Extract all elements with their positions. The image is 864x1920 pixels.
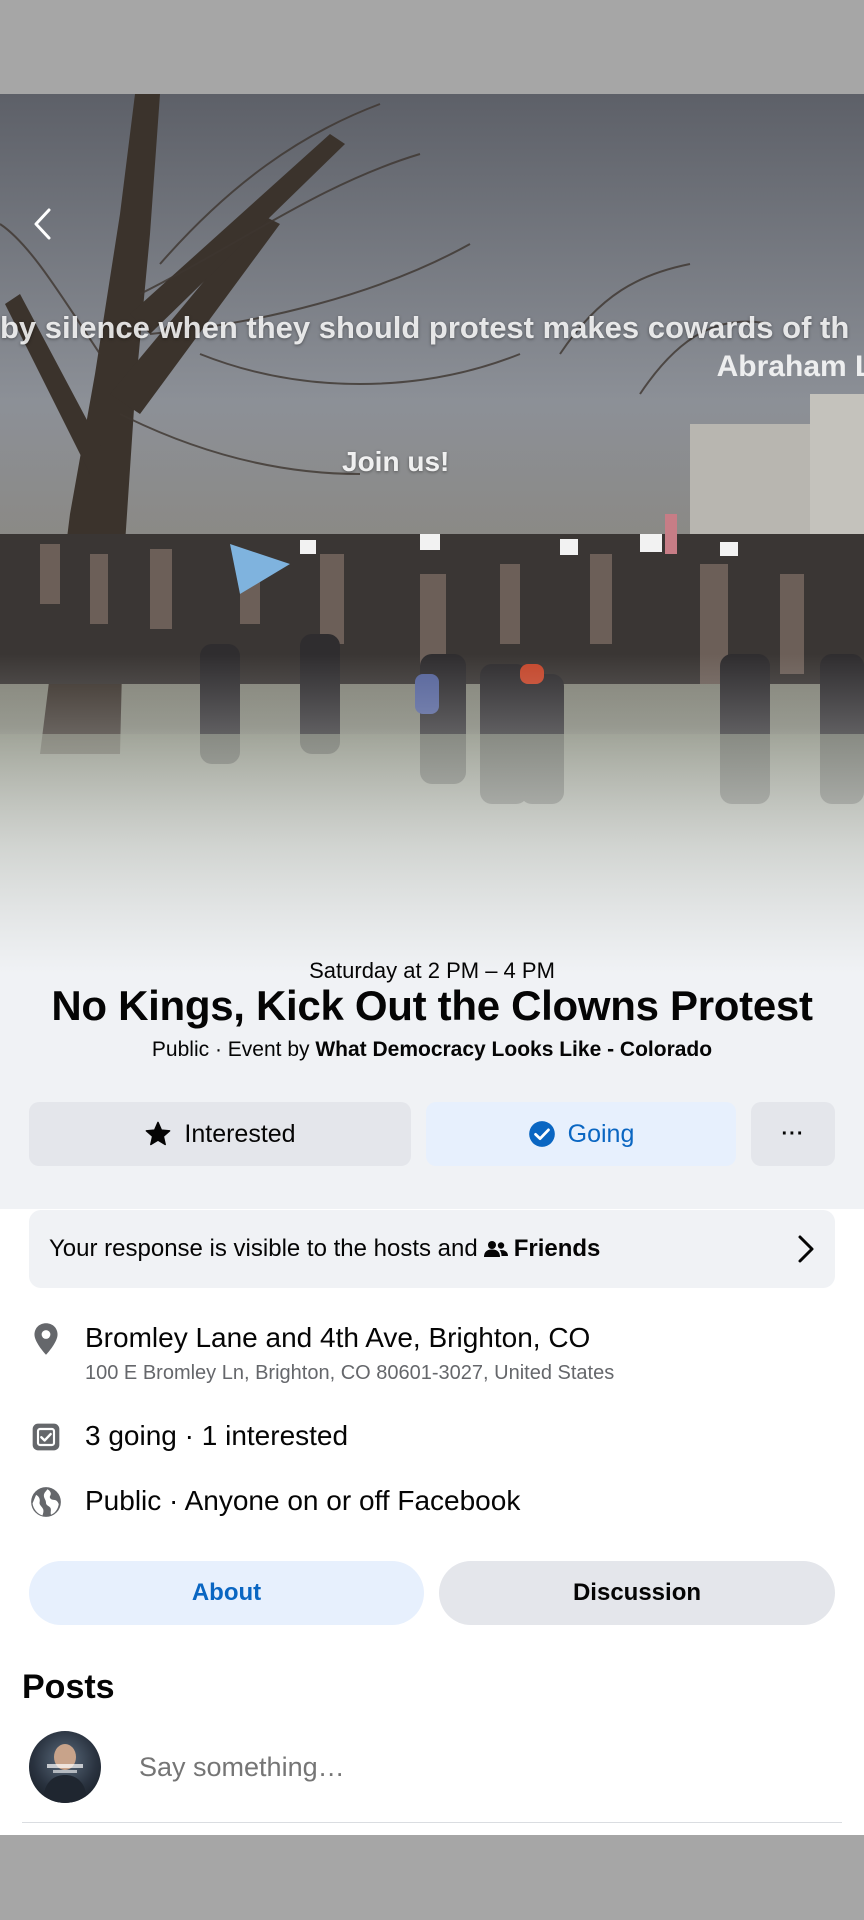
post-composer[interactable] xyxy=(29,1729,835,1805)
posts-section-title: Posts xyxy=(22,1668,115,1706)
response-visibility-message: Your response is visible to the hosts an… xyxy=(49,1235,478,1262)
event-meta: Public · Event by What Democracy Looks L… xyxy=(0,1038,864,1062)
location-address: 100 E Bromley Ln, Brighton, CO 80601-302… xyxy=(85,1362,615,1384)
event-title: No Kings, Kick Out the Clowns Protest xyxy=(51,982,813,1029)
event-host-link[interactable]: What Democracy Looks Like - Colorado xyxy=(315,1038,712,1061)
location-name: Bromley Lane and 4th Ave, Brighton, CO xyxy=(85,1322,591,1353)
cover-quote-author: Abraham Lin xyxy=(716,350,864,383)
globe-icon xyxy=(29,1485,63,1519)
location-row[interactable]: Bromley Lane and 4th Ave, Brighton, CO 1… xyxy=(29,1322,614,1385)
event-header: by silence when they should protest make… xyxy=(0,94,864,1209)
attendance-row[interactable]: 3 going · 1 interested xyxy=(29,1420,348,1454)
tab-discussion[interactable]: Discussion xyxy=(439,1561,835,1625)
calendar-check-icon xyxy=(29,1420,63,1454)
post-composer-input[interactable] xyxy=(137,1750,641,1784)
privacy-row: Public · Anyone on or off Facebook xyxy=(29,1485,520,1519)
event-page: by silence when they should protest make… xyxy=(0,94,864,1835)
navigation-bar-area xyxy=(0,1835,864,1920)
event-date-time: Saturday at 2 PM – 4 PM xyxy=(309,958,555,983)
more-options-icon: ··· xyxy=(781,1122,805,1145)
screen: by silence when they should protest make… xyxy=(0,0,864,1920)
going-label: Going xyxy=(567,1119,635,1148)
back-button[interactable] xyxy=(22,204,62,244)
cover-photo xyxy=(0,94,864,974)
location-pin-icon xyxy=(29,1322,63,1356)
cover-join-text: Join us! xyxy=(342,446,450,477)
going-button[interactable]: Going xyxy=(426,1102,736,1166)
interested-button[interactable]: Interested xyxy=(29,1102,411,1166)
more-options-button[interactable]: ··· xyxy=(751,1102,835,1166)
friends-icon xyxy=(483,1241,508,1257)
interested-label: Interested xyxy=(184,1119,296,1148)
chevron-left-icon xyxy=(34,208,51,240)
attendance-count: 3 going · 1 interested xyxy=(85,1420,349,1451)
privacy-text: Public · Anyone on or off Facebook xyxy=(85,1485,521,1516)
avatar xyxy=(29,1731,101,1803)
status-bar-area xyxy=(0,0,864,94)
event-privacy-prefix: Public · Event by xyxy=(151,1038,316,1061)
check-circle-icon xyxy=(528,1121,555,1147)
response-visibility-audience: Friends xyxy=(513,1235,601,1262)
response-visibility-notice[interactable]: Your response is visible to the hosts an… xyxy=(29,1210,835,1288)
chevron-right-icon xyxy=(798,1235,814,1263)
cover-quote-text: by silence when they should protest make… xyxy=(0,310,850,345)
star-icon xyxy=(146,1121,171,1146)
divider xyxy=(22,1822,842,1823)
response-visibility-text: Your response is visible to the hosts an… xyxy=(49,1235,797,1263)
tab-about[interactable]: About xyxy=(29,1561,424,1625)
